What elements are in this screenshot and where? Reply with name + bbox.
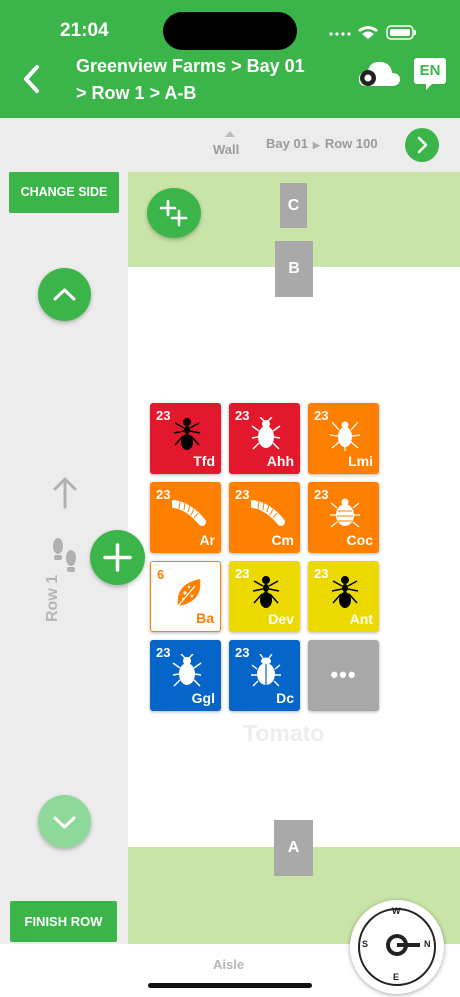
pest-tile[interactable]: 23 Ggl: [150, 640, 221, 711]
pest-count: 23: [235, 566, 250, 581]
title-line-2: > Row 1 > A-B: [76, 83, 197, 103]
pest-tile[interactable]: 23 Cm: [229, 482, 300, 553]
pest-tile[interactable]: 6 Ba: [150, 561, 221, 632]
breadcrumb-row[interactable]: Row 100: [325, 136, 378, 151]
status-icons: [329, 25, 416, 40]
pest-code: Ar: [199, 532, 215, 548]
page-title: Greenview Farms > Bay 01 > Row 1 > A-B: [76, 53, 346, 107]
pest-code: Tfd: [193, 453, 215, 469]
compass-needle-icon: [386, 934, 420, 956]
breadcrumb: Bay 01 ▶ Row 100: [266, 136, 378, 151]
status-time: 21:04: [60, 20, 109, 41]
pest-count: 23: [235, 487, 250, 502]
pest-tile[interactable]: 23 Ant: [308, 561, 379, 632]
chevron-right-icon: ▶: [312, 140, 320, 150]
walk-direction-arrow-icon: [53, 477, 77, 509]
dynamic-island: [163, 12, 297, 50]
pest-count: 23: [156, 645, 171, 660]
next-row-button[interactable]: [405, 128, 439, 162]
pest-count: 23: [314, 408, 329, 423]
back-chevron-icon[interactable]: [18, 62, 46, 96]
title-line-1: Greenview Farms > Bay 01: [76, 56, 305, 76]
pest-tile[interactable]: 23 Lmi: [308, 403, 379, 474]
more-pests-tile[interactable]: •••: [308, 640, 379, 711]
pest-tile[interactable]: 23 Dev: [229, 561, 300, 632]
more-icon: •••: [330, 662, 357, 687]
pest-tile[interactable]: 23 Ahh: [229, 403, 300, 474]
pest-code: Ant: [349, 611, 373, 627]
chevron-down-icon: [53, 816, 76, 829]
add-multiple-button[interactable]: [147, 188, 201, 238]
move-down-button[interactable]: [38, 795, 91, 848]
footsteps-icon: [53, 538, 76, 572]
wall-label: Wall: [213, 142, 240, 157]
pest-count: 23: [235, 408, 250, 423]
cloud-sync-icon[interactable]: [356, 56, 402, 90]
aisle-label: Aisle: [213, 957, 245, 972]
side-c-tag[interactable]: C: [280, 183, 307, 228]
pest-count: 23: [314, 487, 329, 502]
move-up-button[interactable]: [38, 268, 91, 321]
pest-tile[interactable]: 23 Ar: [150, 482, 221, 553]
side-b-tag[interactable]: B: [275, 241, 313, 297]
home-indicator: [148, 983, 312, 988]
side-a-tag[interactable]: A: [274, 820, 313, 876]
pest-tile[interactable]: 23 Tfd: [150, 403, 221, 474]
pest-code: Cm: [271, 532, 294, 548]
pest-code: Ba: [196, 610, 214, 626]
breadcrumb-bay[interactable]: Bay 01: [266, 136, 308, 151]
add-observation-button[interactable]: [90, 530, 145, 585]
plus-plus-icon: [159, 199, 188, 227]
wall-up-arrow-icon: [225, 131, 235, 137]
pest-count: 23: [314, 566, 329, 581]
pest-code: Ahh: [266, 453, 294, 469]
crop-label: Tomato: [243, 720, 325, 746]
pest-tile[interactable]: 23 Coc: [308, 482, 379, 553]
pest-code: Dev: [268, 611, 294, 627]
pest-code: Ggl: [191, 690, 215, 706]
pest-tile[interactable]: 23 Dc: [229, 640, 300, 711]
pest-count: 23: [156, 487, 171, 502]
pest-code: Coc: [346, 532, 373, 548]
plus-icon: [103, 543, 132, 572]
pest-count: 23: [235, 645, 250, 660]
finish-row-button[interactable]: FINISH ROW: [10, 901, 117, 942]
chevron-right-icon: [417, 136, 428, 154]
pest-count: 6: [157, 567, 165, 582]
chevron-up-icon: [53, 288, 76, 301]
pest-count: 23: [156, 408, 171, 423]
language-button[interactable]: EN: [414, 58, 446, 90]
row-label: Row 1: [44, 574, 61, 622]
pest-code: Dc: [276, 690, 294, 706]
compass[interactable]: W N E S: [350, 900, 444, 994]
change-side-button[interactable]: CHANGE SIDE: [9, 172, 119, 213]
pest-code: Lmi: [348, 453, 373, 469]
